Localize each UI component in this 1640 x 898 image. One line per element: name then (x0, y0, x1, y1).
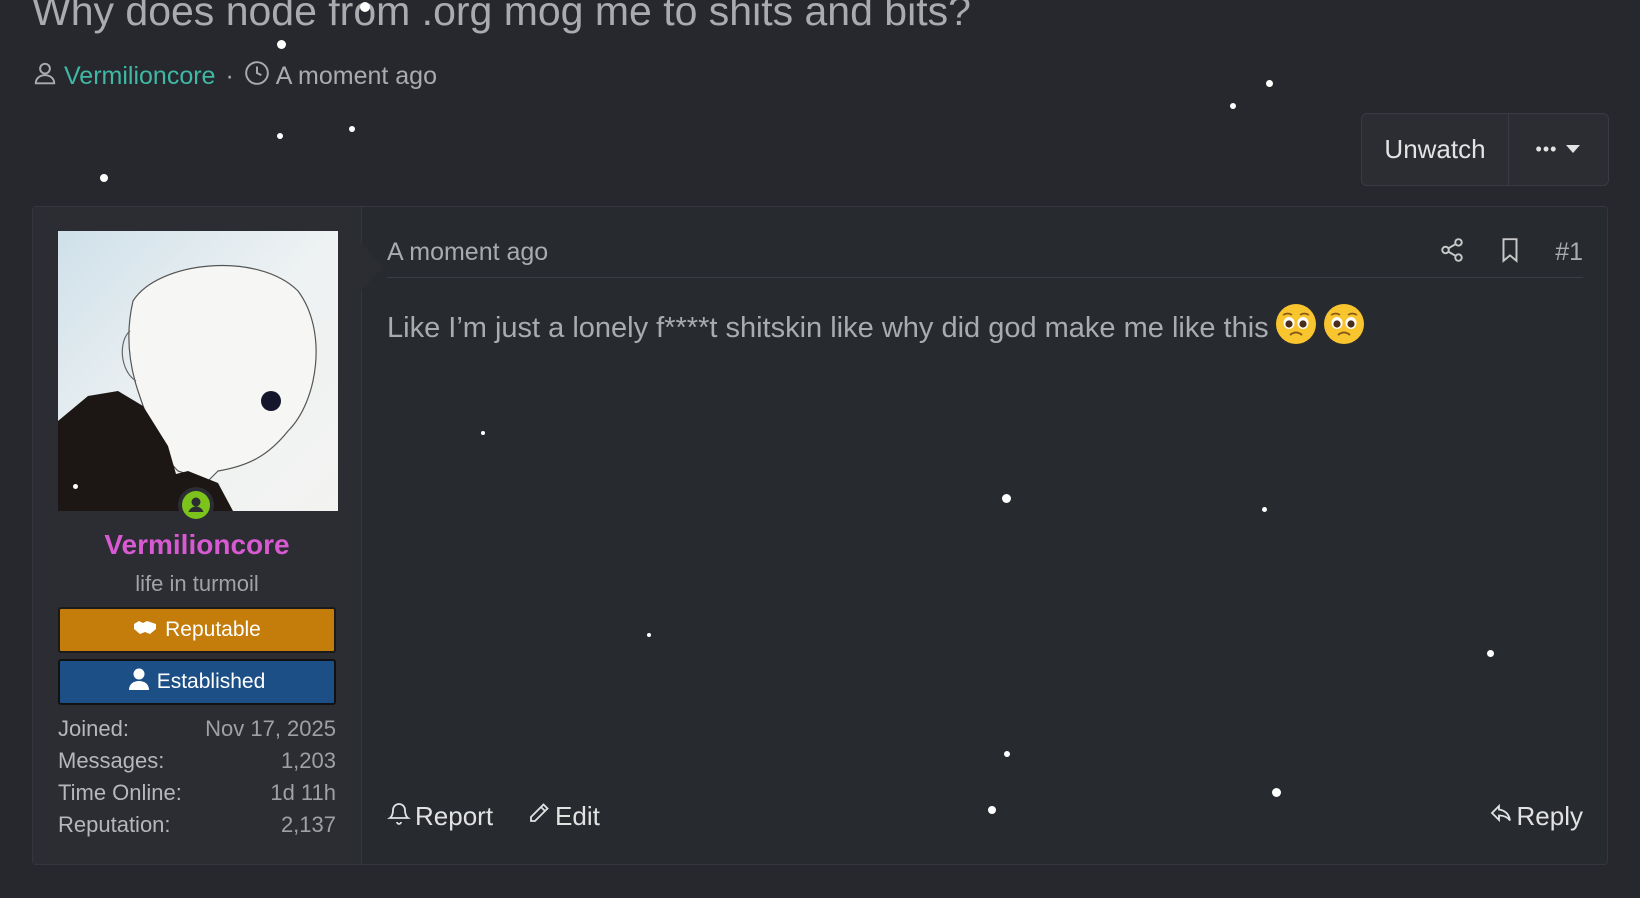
report-label: Report (415, 800, 494, 831)
reply-label: Reply (1516, 800, 1583, 831)
stat-row: Messages: 1,203 (58, 745, 336, 777)
snowflake (1004, 751, 1010, 757)
more-options-button[interactable]: ••• (1509, 114, 1608, 185)
edit-button[interactable]: Edit (527, 801, 600, 832)
stat-row: Time Online: 1d 11h (58, 777, 336, 809)
pleading-face-emoji-icon (1275, 303, 1317, 353)
share-icon[interactable] (1439, 237, 1465, 268)
snowflake (1262, 507, 1267, 512)
snowflake (277, 133, 283, 139)
snowflake (647, 633, 651, 637)
caret-down-icon (1565, 141, 1581, 159)
stat-label: Joined: (58, 716, 129, 741)
post-header: A moment ago #1 (387, 227, 1583, 278)
post-body: Like I’m just a lonely f****t shitskin l… (387, 303, 1583, 353)
pencil-icon (527, 801, 551, 832)
reply-icon (1489, 801, 1513, 832)
userbox-arrow (361, 243, 383, 291)
ellipsis-icon: ••• (1535, 139, 1558, 159)
thread-title: Why does node from .org mog me to shits … (32, 0, 971, 34)
post-number[interactable]: #1 (1555, 238, 1583, 267)
stat-row: Joined: Nov 17, 2025 (58, 713, 336, 745)
post-main: A moment ago #1 Like I’m just a lonely f… (387, 207, 1583, 864)
banner-label: Reputable (165, 618, 261, 641)
user-stats: Joined: Nov 17, 2025 Messages: 1,203 Tim… (58, 713, 336, 841)
snowflake (349, 126, 355, 132)
stat-value: 1d 11h (270, 780, 336, 805)
thread-page: Why does node from .org mog me to shits … (0, 0, 1640, 898)
post-date[interactable]: A moment ago (387, 238, 548, 267)
user-info-panel: Vermilioncore life in turmoil Reputable … (33, 207, 362, 864)
stat-row: Reputation: 2,137 (58, 809, 336, 841)
banner-label: Established (156, 670, 266, 693)
user-icon (32, 60, 58, 93)
stat-label: Messages: (58, 748, 165, 773)
stat-value: Nov 17, 2025 (205, 716, 336, 741)
snowflake (1002, 494, 1011, 503)
pleading-face-emoji-icon (1323, 303, 1365, 353)
thread-controls: Unwatch ••• (1361, 113, 1609, 186)
stat-label: Reputation: (58, 812, 171, 837)
bookmark-icon[interactable] (1497, 237, 1523, 268)
snowflake (1272, 788, 1281, 797)
thread-meta: Vermilioncore · A moment ago (32, 58, 437, 94)
reputable-banner: Reputable (58, 607, 336, 653)
snowflake (481, 431, 485, 435)
user-title: life in turmoil (135, 571, 259, 596)
reply-button[interactable]: Reply (1489, 801, 1583, 832)
post-message: Vermilioncore life in turmoil Reputable … (32, 206, 1608, 865)
user-icon (128, 668, 149, 696)
report-button[interactable]: Report (387, 801, 493, 832)
clock-icon (244, 60, 270, 93)
stat-label: Time Online: (58, 780, 182, 805)
snowflake (73, 484, 78, 489)
snowflake (100, 174, 108, 182)
snowflake (277, 40, 286, 49)
avatar[interactable] (58, 231, 338, 511)
footer-left: Report Edit (387, 801, 600, 832)
online-status-indicator (178, 487, 214, 523)
snowflake (360, 2, 370, 12)
thread-time[interactable]: A moment ago (276, 62, 437, 91)
post-text: Like I’m just a lonely f****t shitskin l… (387, 311, 1269, 344)
bell-icon (387, 801, 411, 832)
snowflake (1487, 650, 1494, 657)
post-actions: #1 (1439, 237, 1583, 268)
edit-label: Edit (555, 800, 600, 831)
thread-author-link[interactable]: Vermilioncore (64, 62, 215, 91)
stat-value: 2,137 (280, 812, 336, 837)
unwatch-button[interactable]: Unwatch (1362, 114, 1509, 185)
post-footer: Report Edit Reply (387, 796, 1583, 836)
snowflake (1266, 80, 1273, 87)
handshake-icon (133, 618, 157, 642)
meta-separator: · (225, 61, 234, 90)
stat-value[interactable]: 1,203 (281, 745, 336, 777)
post-username[interactable]: Vermilioncore (33, 529, 361, 561)
snowflake (988, 806, 996, 814)
snowflake (1230, 103, 1236, 109)
established-banner: Established (58, 659, 336, 705)
